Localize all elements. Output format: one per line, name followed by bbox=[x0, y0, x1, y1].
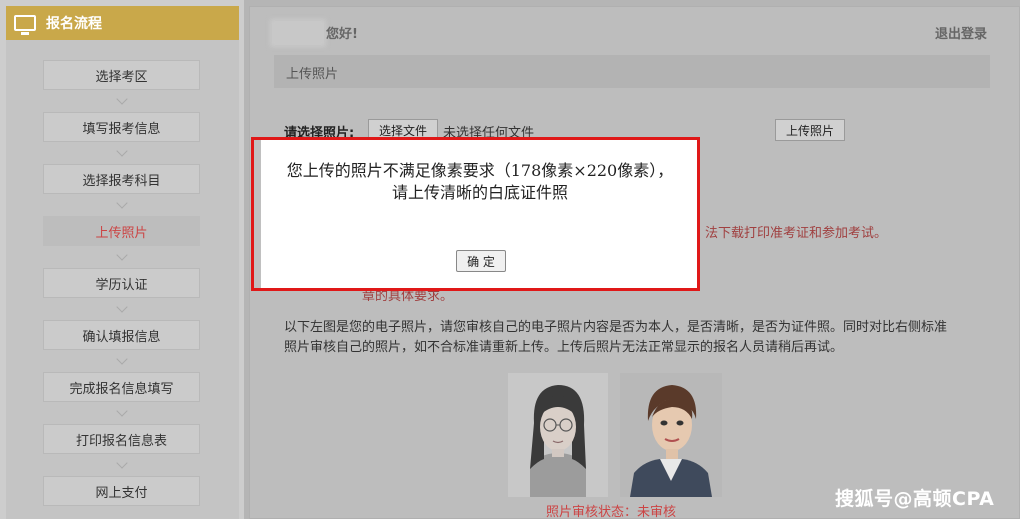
sidebar-step-list: 选择考区 填写报考信息 选择报考科目 上传照片 学历认证 确认填报信息 完成报名… bbox=[6, 40, 239, 519]
review-status: 照片审核状态：未审核 bbox=[546, 505, 677, 519]
standard-sample-photo bbox=[620, 373, 722, 497]
step-online-payment[interactable]: 网上支付 bbox=[43, 476, 200, 506]
photo-review-instructions: 以下左图是您的电子照片，请您审核自己的电子照片内容是否为本人，是否清晰，是否为证… bbox=[284, 320, 948, 355]
watermark-text: 搜狐号@高顿CPA bbox=[835, 488, 995, 510]
chevron-down-icon bbox=[116, 202, 128, 210]
step-upload-photo[interactable]: 上传照片 bbox=[43, 216, 200, 246]
sidebar-header: 报名流程 bbox=[6, 6, 239, 40]
ok-button[interactable]: 确 定 bbox=[456, 250, 506, 272]
alert-dialog: 您上传的照片不满足像素要求（178像素×220像素），请上传清晰的白底证件照 确… bbox=[251, 137, 700, 291]
logout-link[interactable]: 退出登录 bbox=[935, 23, 987, 42]
chevron-down-icon bbox=[116, 254, 128, 262]
chevron-down-icon bbox=[116, 150, 128, 158]
upload-photo-button[interactable]: 上传照片 bbox=[775, 119, 845, 141]
step-complete-registration[interactable]: 完成报名信息填写 bbox=[43, 372, 200, 402]
sidebar: 报名流程 选择考区 填写报考信息 选择报考科目 上传照片 学历认证 确认填报信息… bbox=[0, 0, 244, 519]
top-bar: 您好! 退出登录 bbox=[250, 7, 1019, 51]
chevron-down-icon bbox=[116, 410, 128, 418]
chevron-down-icon bbox=[116, 98, 128, 106]
blurred-username bbox=[270, 19, 326, 47]
chevron-down-icon bbox=[116, 462, 128, 470]
computer-icon bbox=[14, 15, 36, 35]
alert-message: 您上传的照片不满足像素要求（178像素×220像素），请上传清晰的白底证件照 bbox=[286, 161, 674, 202]
section-title: 上传照片 bbox=[274, 55, 990, 88]
chevron-down-icon bbox=[116, 306, 128, 314]
warning-text-1: 法下载打印准考证和参加考试。 bbox=[705, 226, 888, 241]
uploaded-photo bbox=[508, 373, 608, 497]
chevron-down-icon bbox=[116, 358, 128, 366]
greeting: 您好! bbox=[326, 27, 358, 42]
step-education-verify[interactable]: 学历认证 bbox=[43, 268, 200, 298]
step-select-subjects[interactable]: 选择报考科目 bbox=[43, 164, 200, 194]
step-fill-info[interactable]: 填写报考信息 bbox=[43, 112, 200, 142]
sidebar-title: 报名流程 bbox=[46, 16, 102, 32]
step-confirm-info[interactable]: 确认填报信息 bbox=[43, 320, 200, 350]
step-select-region[interactable]: 选择考区 bbox=[43, 60, 200, 90]
step-print-form[interactable]: 打印报名信息表 bbox=[43, 424, 200, 454]
dialog-edge-shade bbox=[254, 140, 261, 288]
